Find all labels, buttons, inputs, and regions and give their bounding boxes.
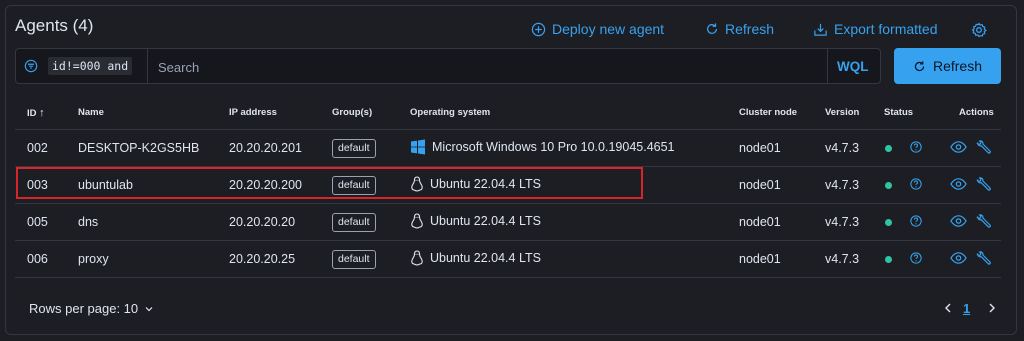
cluster-node: node01 — [739, 178, 781, 192]
sort-ascending-icon: ↑ — [39, 107, 45, 119]
rows-per-page-label: Rows per page: 10 — [29, 301, 139, 316]
table-row[interactable]: 002 DESKTOP-K2GS5HB 20.20.20.201 default… — [15, 130, 1001, 167]
refresh-icon — [914, 60, 925, 71]
settings-button[interactable] — [971, 22, 987, 43]
cluster-node: node01 — [739, 215, 781, 229]
page-title: Agents (4) — [15, 16, 94, 35]
agent-id: 003 — [27, 178, 48, 192]
previous-page-icon[interactable] — [942, 302, 954, 314]
help-icon[interactable] — [910, 141, 922, 153]
agent-ip: 20.20.20.20 — [229, 215, 296, 229]
agent-os: Ubuntu 22.04.4 LTS — [410, 250, 541, 266]
agent-name: dns — [78, 215, 99, 229]
column-actions: Actions — [959, 107, 994, 118]
status-active-dot — [885, 145, 892, 152]
agent-id: 005 — [27, 215, 48, 229]
agent-ip: 20.20.20.201 — [229, 141, 302, 155]
agent-ip: 20.20.20.200 — [229, 178, 302, 192]
export-label: Export formatted — [834, 21, 938, 37]
search-divider — [827, 49, 828, 83]
help-icon[interactable] — [910, 252, 922, 264]
search-refresh-button[interactable]: Refresh — [894, 48, 1001, 84]
chevron-down-icon — [145, 306, 153, 311]
table-row[interactable]: 003 ubuntulab 20.20.20.200 default Ubunt… — [15, 167, 1001, 204]
group-badge[interactable]: default — [332, 139, 376, 158]
export-formatted-button[interactable]: Export formatted — [813, 21, 938, 37]
deploy-label: Deploy new agent — [552, 21, 665, 37]
help-icon[interactable] — [910, 215, 922, 227]
linux-icon — [411, 213, 423, 229]
search-divider — [147, 49, 148, 83]
cluster-node: node01 — [739, 141, 781, 155]
help-icon[interactable] — [910, 178, 922, 190]
view-eye-icon[interactable] — [950, 214, 967, 228]
view-eye-icon[interactable] — [950, 177, 967, 191]
column-id-label: ID — [27, 108, 37, 119]
column-cluster[interactable]: Cluster node — [739, 107, 797, 118]
linux-icon — [411, 176, 423, 192]
linux-icon — [411, 250, 423, 266]
group-badge[interactable]: default — [332, 250, 376, 269]
refresh-label: Refresh — [725, 21, 775, 37]
view-eye-icon[interactable] — [950, 140, 967, 154]
os-label: Ubuntu 22.04.4 LTS — [430, 251, 541, 265]
query-filter-chip[interactable]: id!=000 and — [48, 57, 133, 75]
view-eye-icon[interactable] — [950, 251, 967, 265]
agent-id: 006 — [27, 252, 48, 266]
agent-version: v4.7.3 — [825, 141, 860, 155]
group-badge[interactable]: default — [332, 176, 376, 195]
column-ip[interactable]: IP address — [229, 107, 277, 118]
column-id[interactable]: ID ↑ — [27, 107, 45, 119]
agent-name: DESKTOP-K2GS5HB — [78, 141, 200, 155]
agent-os: Ubuntu 22.04.4 LTS — [410, 213, 541, 229]
search-bar: id!=000 and WQL — [15, 48, 881, 84]
configure-wrench-icon[interactable] — [975, 177, 991, 193]
cluster-node: node01 — [739, 252, 781, 266]
export-icon — [814, 23, 827, 36]
rows-per-page-select[interactable]: Rows per page: 10 — [29, 301, 154, 316]
agent-ip: 20.20.20.25 — [229, 252, 296, 266]
agent-os: Ubuntu 22.04.4 LTS — [410, 176, 541, 192]
column-groups[interactable]: Group(s) — [332, 107, 372, 118]
agent-version: v4.7.3 — [825, 178, 860, 192]
agent-id: 002 — [27, 141, 48, 155]
windows-icon — [411, 139, 425, 155]
configure-wrench-icon[interactable] — [975, 140, 991, 156]
status-active-dot — [885, 219, 892, 226]
agent-os: Microsoft Windows 10 Pro 10.0.19045.4651 — [410, 139, 675, 155]
gear-icon — [971, 22, 987, 38]
status-active-dot — [885, 256, 892, 263]
status-active-dot — [885, 182, 892, 189]
wql-toggle[interactable]: WQL — [837, 59, 869, 74]
agent-version: v4.7.3 — [825, 252, 860, 266]
page-number-button[interactable]: 1 — [963, 301, 970, 316]
filter-icon[interactable] — [24, 59, 38, 73]
header-refresh-button[interactable]: Refresh — [705, 21, 774, 37]
column-os[interactable]: Operating system — [410, 107, 490, 118]
column-name[interactable]: Name — [78, 107, 104, 118]
os-label: Microsoft Windows 10 Pro 10.0.19045.4651 — [432, 140, 675, 154]
refresh-button-label: Refresh — [932, 58, 983, 74]
os-label: Ubuntu 22.04.4 LTS — [430, 177, 541, 191]
agent-name: ubuntulab — [78, 178, 133, 192]
configure-wrench-icon[interactable] — [975, 214, 991, 230]
agent-name: proxy — [78, 252, 109, 266]
refresh-icon — [707, 23, 717, 34]
table-row[interactable]: 005 dns 20.20.20.20 default Ubuntu 22.04… — [15, 204, 1001, 241]
table-row[interactable]: 006 proxy 20.20.20.25 default Ubuntu 22.… — [15, 241, 1001, 278]
table-header: ID ↑ Name IP address Group(s) Operating … — [15, 96, 1001, 130]
agent-version: v4.7.3 — [825, 215, 860, 229]
deploy-new-agent-button[interactable]: Deploy new agent — [531, 21, 664, 37]
next-page-icon[interactable] — [986, 302, 998, 314]
group-badge[interactable]: default — [332, 213, 376, 232]
column-version[interactable]: Version — [825, 107, 859, 118]
os-label: Ubuntu 22.04.4 LTS — [430, 214, 541, 228]
column-status[interactable]: Status — [884, 107, 913, 118]
configure-wrench-icon[interactable] — [975, 251, 991, 267]
search-input[interactable] — [156, 55, 820, 79]
plus-circle-icon — [531, 22, 546, 36]
